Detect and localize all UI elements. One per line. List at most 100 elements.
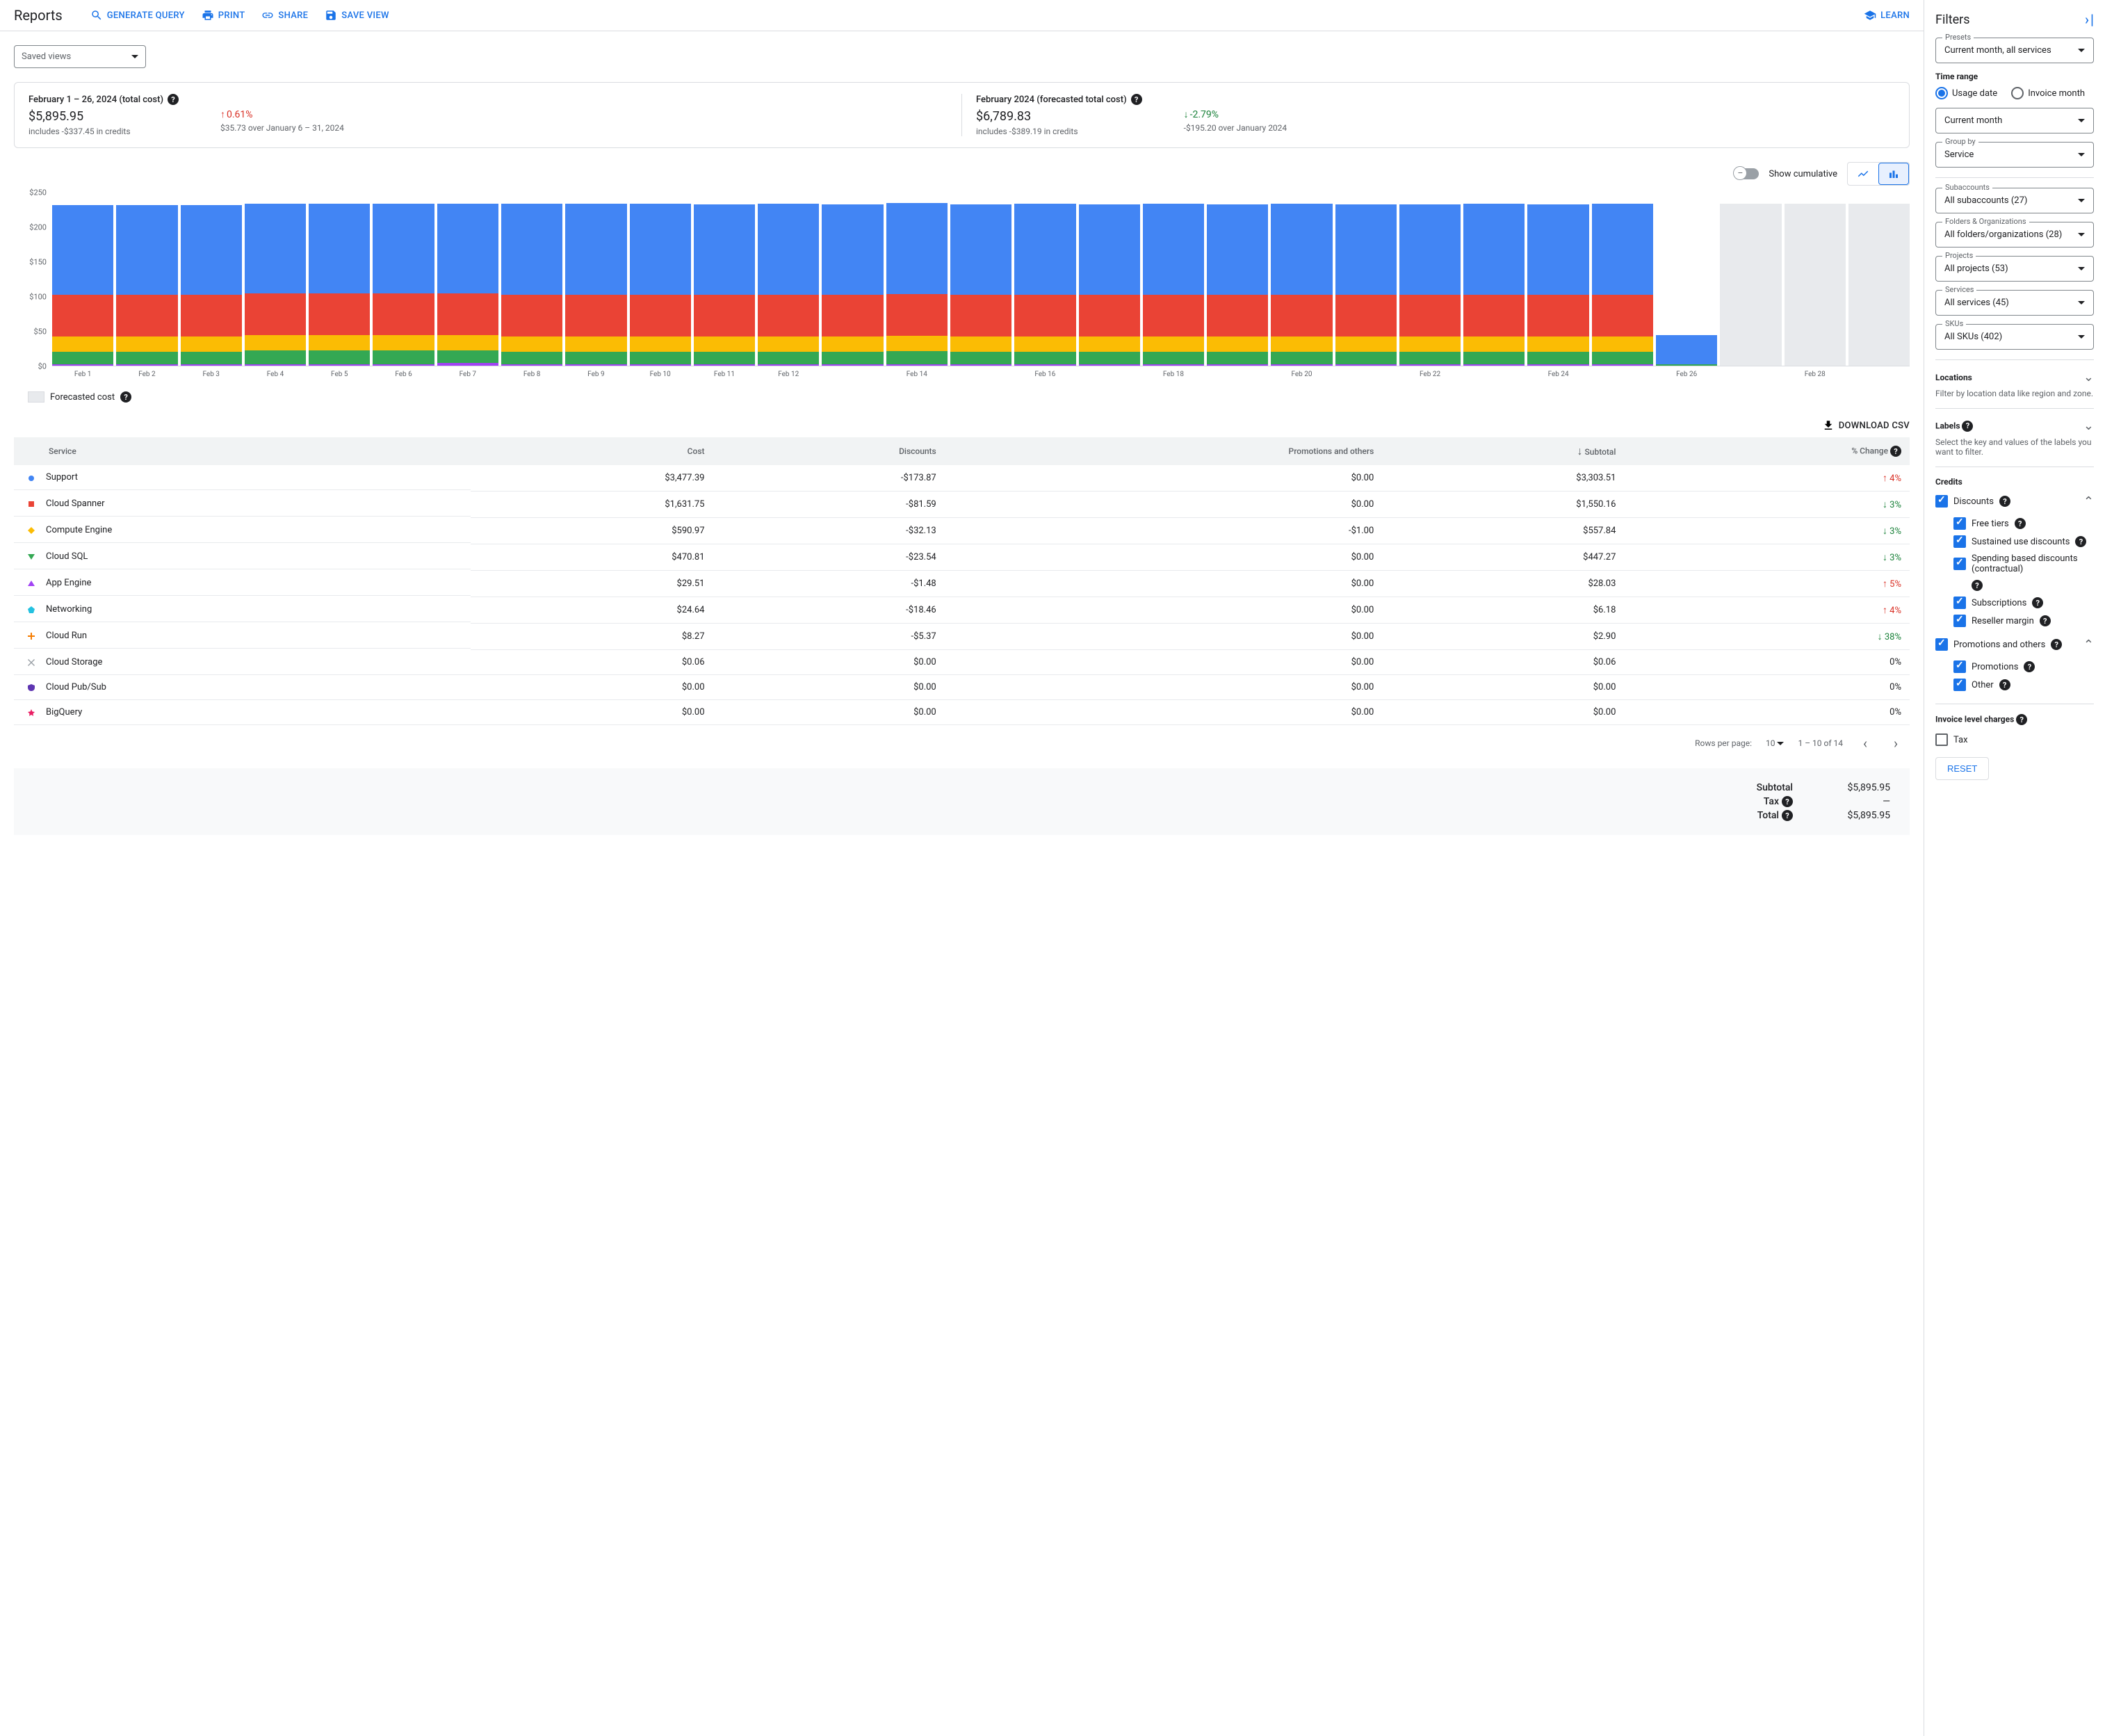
presets-dropdown[interactable]: Presets Current month, all services [1935, 38, 2094, 63]
help-icon[interactable]: ? [2015, 518, 2026, 529]
generate-query-button[interactable]: GENERATE QUERY [90, 9, 185, 22]
bar-col[interactable] [437, 193, 498, 366]
share-button[interactable]: SHARE [261, 9, 308, 22]
group-by-dropdown[interactable]: Group by Service [1935, 142, 2094, 168]
discounts-expand[interactable]: Discounts ? ⌃ [1935, 492, 2094, 510]
bar-col[interactable] [1463, 193, 1525, 366]
chevron-down-icon [131, 55, 138, 58]
reseller-checkbox[interactable]: Reseller margin? [1935, 612, 2094, 630]
subscriptions-checkbox[interactable]: Subscriptions? [1935, 594, 2094, 612]
labels-expand[interactable]: Labels ? ⌄ [1935, 419, 2094, 433]
download-csv-button[interactable]: DOWNLOAD CSV [1822, 419, 1910, 432]
table-row[interactable]: Cloud Storage$0.06$0.00$0.00$0.060% [14, 650, 1910, 675]
help-icon[interactable]: ? [2024, 661, 2035, 672]
table-pager: Rows per page: 10 1 – 10 of 14 ‹ › [14, 725, 1910, 761]
bar-col[interactable] [1785, 193, 1846, 366]
bar-col[interactable] [1720, 193, 1781, 366]
bar-col[interactable] [181, 193, 242, 366]
help-icon[interactable]: ? [2075, 536, 2086, 547]
line-chart-button[interactable] [1848, 163, 1878, 185]
learn-button[interactable]: LEARN [1864, 9, 1910, 22]
table-row[interactable]: BigQuery$0.00$0.00$0.00$0.000% [14, 700, 1910, 725]
bar-col[interactable] [1527, 193, 1588, 366]
bar-col[interactable] [245, 193, 306, 366]
rows-per-page-select[interactable]: 10 [1766, 738, 1784, 748]
bar-col[interactable] [1271, 193, 1332, 366]
help-icon[interactable]: ? [2040, 615, 2051, 626]
table-row[interactable]: App Engine$29.51-$1.48$0.00$28.03↑ 5% [14, 571, 1910, 597]
bar-col[interactable] [694, 193, 755, 366]
bar-col[interactable] [52, 193, 113, 366]
bar-col[interactable] [886, 193, 948, 366]
table-row[interactable]: Support$3,477.39-$173.87$0.00$3,303.51↑ … [14, 465, 1910, 492]
usage-date-radio[interactable]: Usage date [1935, 87, 1997, 99]
help-icon[interactable]: ? [1972, 580, 1983, 591]
table-row[interactable]: Cloud Run$8.27-$5.37$0.00$2.90↓ 38% [14, 624, 1910, 650]
invoice-month-radio[interactable]: Invoice month [2011, 87, 2085, 99]
bar-col[interactable] [1207, 193, 1268, 366]
free-tiers-checkbox[interactable]: Free tiers? [1935, 514, 2094, 533]
help-icon[interactable]: ? [2016, 714, 2027, 725]
table-row[interactable]: Networking$24.64-$18.46$0.00$6.18↑ 4% [14, 597, 1910, 624]
bar-col[interactable] [1592, 193, 1653, 366]
table-row[interactable]: Compute Engine$590.97-$32.13-$1.00$557.8… [14, 518, 1910, 544]
bar-col[interactable] [116, 193, 177, 366]
promotions-checkbox[interactable]: Promotions? [1935, 658, 2094, 676]
print-icon [202, 9, 214, 22]
bar-col[interactable] [565, 193, 626, 366]
bar-col[interactable] [950, 193, 1011, 366]
other-checkbox[interactable]: Other? [1935, 676, 2094, 694]
spending-checkbox[interactable]: Spending based discounts (contractual) [1935, 551, 2094, 577]
table-row[interactable]: Cloud Spanner$1,631.75-$81.59$0.00$1,550… [14, 492, 1910, 518]
bar-col[interactable] [1399, 193, 1461, 366]
cumulative-toggle[interactable]: – [1735, 168, 1759, 179]
save-view-button[interactable]: SAVE VIEW [325, 9, 389, 22]
bar-col[interactable] [1848, 193, 1910, 366]
collapse-panel-button[interactable]: › | [2085, 11, 2094, 28]
projects-dropdown[interactable]: Projects All projects (53) [1935, 256, 2094, 282]
series-marker [28, 526, 35, 533]
help-icon[interactable]: ? [1999, 679, 2010, 690]
help-icon[interactable]: ? [2051, 639, 2062, 650]
help-icon[interactable]: ? [168, 94, 179, 105]
bar-col[interactable] [1014, 193, 1075, 366]
bar-col[interactable] [822, 193, 883, 366]
sustained-checkbox[interactable]: Sustained use discounts? [1935, 533, 2094, 551]
forecast-cost-card: February 2024 (forecasted total cost)? $… [961, 94, 1909, 136]
saved-views-dropdown[interactable]: Saved views [14, 45, 146, 68]
services-dropdown[interactable]: Services All services (45) [1935, 290, 2094, 316]
time-range-dropdown[interactable]: Current month [1935, 108, 2094, 133]
bar-col[interactable] [1335, 193, 1397, 366]
prev-page-button[interactable]: ‹ [1857, 735, 1874, 752]
next-page-button[interactable]: › [1887, 735, 1904, 752]
locations-expand[interactable]: Locations ⌄ [1935, 370, 2094, 384]
bar-chart-button[interactable] [1878, 163, 1909, 185]
table-row[interactable]: Cloud SQL$470.81-$23.54$0.00$447.27↓ 3% [14, 544, 1910, 571]
help-icon[interactable]: ? [120, 391, 131, 403]
table-row[interactable]: Cloud Pub/Sub$0.00$0.00$0.00$0.000% [14, 675, 1910, 700]
bar-col[interactable] [1143, 193, 1204, 366]
bar-col[interactable] [758, 193, 819, 366]
bar-col[interactable] [309, 193, 370, 366]
bar-col[interactable] [1079, 193, 1140, 366]
bar-col[interactable] [373, 193, 434, 366]
skus-dropdown[interactable]: SKUs All SKUs (402) [1935, 324, 2094, 350]
bar-col[interactable] [1656, 193, 1717, 366]
bar-col[interactable] [630, 193, 691, 366]
print-button[interactable]: PRINT [202, 9, 245, 22]
folders-dropdown[interactable]: Folders & Organizations All folders/orga… [1935, 222, 2094, 248]
help-icon[interactable]: ? [1890, 446, 1901, 457]
help-icon[interactable]: ? [1782, 810, 1793, 821]
reset-button[interactable]: RESET [1935, 757, 1989, 780]
tax-checkbox[interactable]: Tax [1935, 731, 2094, 749]
help-icon[interactable]: ? [1782, 796, 1793, 807]
subaccounts-dropdown[interactable]: Subaccounts All subaccounts (27) [1935, 188, 2094, 213]
help-icon[interactable]: ? [2032, 597, 2043, 608]
bar-col[interactable] [501, 193, 562, 366]
series-marker [28, 632, 35, 639]
help-icon[interactable]: ? [1131, 94, 1142, 105]
help-icon[interactable]: ? [1999, 496, 2010, 507]
change-down: ↓-2.79% [1184, 108, 1287, 120]
help-icon[interactable]: ? [1962, 421, 1973, 432]
promotions-expand[interactable]: Promotions and others ? ⌃ [1935, 635, 2094, 654]
